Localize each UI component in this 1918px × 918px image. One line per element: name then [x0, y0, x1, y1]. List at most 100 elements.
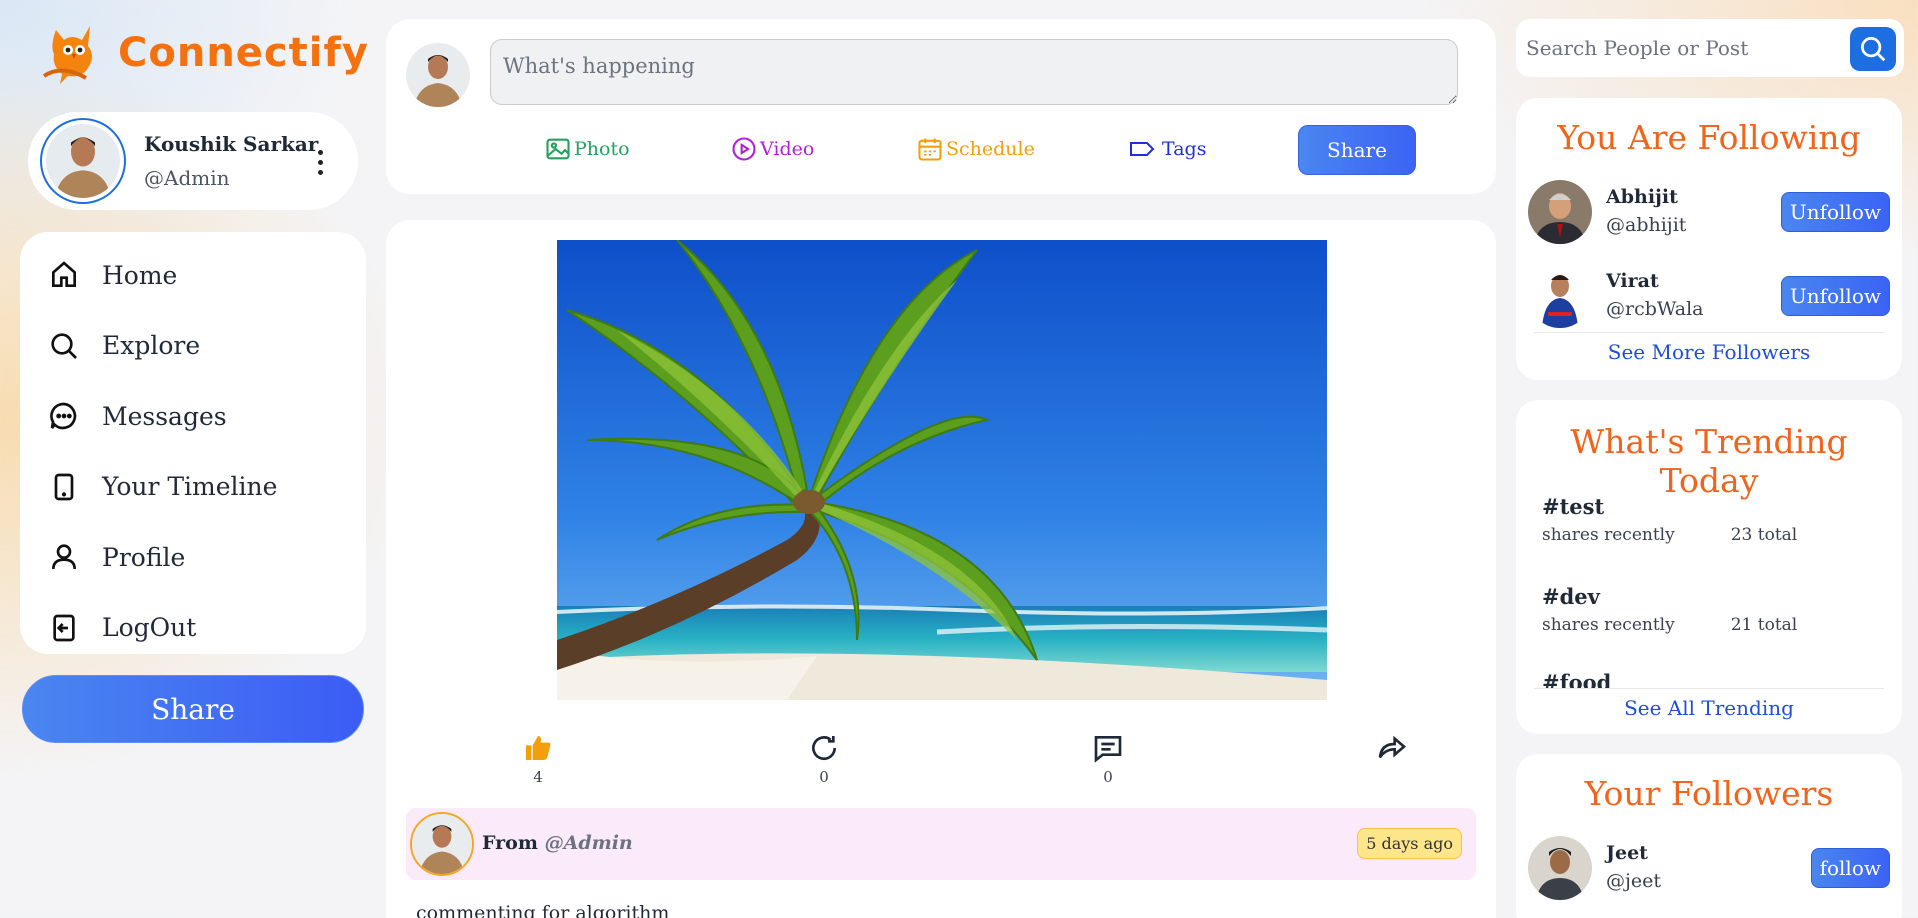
repost-count: 0: [819, 768, 829, 786]
trending-panel: What's Trending Today #test shares recen…: [1516, 400, 1902, 734]
schedule-option[interactable]: Schedule: [916, 135, 1035, 163]
tag-icon: [1130, 142, 1155, 156]
from-label: From: [482, 832, 538, 854]
avatar-image: [46, 124, 120, 198]
user-icon: [52, 544, 76, 570]
video-label: Video: [760, 138, 815, 160]
see-more-followers-link[interactable]: See More Followers: [1516, 340, 1902, 364]
refresh-icon: [812, 736, 837, 761]
share-post-button[interactable]: [1362, 732, 1422, 768]
following-item: Virat @rcbWala Unfollow: [1528, 264, 1890, 332]
more-options-icon[interactable]: [318, 150, 324, 175]
search-input[interactable]: [1526, 29, 1826, 67]
tablet-icon: [54, 473, 74, 501]
following-title: You Are Following: [1557, 118, 1861, 157]
schedule-label: Schedule: [946, 138, 1035, 160]
user-card[interactable]: Koushik Sarkar @Admin: [28, 112, 358, 210]
sidebar-item-label: Profile: [102, 542, 186, 572]
trend-sub: shares recently: [1542, 525, 1675, 545]
sidebar-share-button[interactable]: Share: [22, 675, 364, 743]
unfollow-button[interactable]: Unfollow: [1780, 276, 1890, 316]
sidebar-item-label: Your Timeline: [102, 472, 278, 502]
search-icon: [1861, 37, 1886, 62]
trend-tag: #test: [1542, 494, 1605, 519]
comment-icon: [1094, 736, 1122, 763]
sidebar-item-home[interactable]: Home: [20, 240, 366, 311]
trend-tag: #food: [1542, 670, 1612, 688]
following-item: Abhijit @abhijit Unfollow: [1528, 180, 1890, 248]
trend-total: 23 total: [1730, 525, 1798, 545]
sidebar-item-explore[interactable]: Explore: [20, 311, 366, 382]
trend-item[interactable]: #test shares recently 23 total: [1542, 494, 1842, 545]
owl-logo-icon: [42, 26, 92, 84]
search-bar: [1516, 19, 1904, 77]
thumbs-up-icon: [526, 736, 551, 760]
avatar[interactable]: [1528, 264, 1592, 328]
post-author-avatar[interactable]: [410, 812, 474, 876]
post-image[interactable]: [557, 240, 1327, 700]
play-circle-icon: [732, 137, 756, 161]
sidebar-item-messages[interactable]: Messages: [20, 381, 366, 452]
trend-tag: #dev: [1542, 584, 1600, 609]
post-text-input[interactable]: [490, 39, 1458, 105]
tags-label: Tags: [1162, 138, 1207, 160]
composer-share-button[interactable]: Share: [1298, 125, 1416, 175]
comment-button[interactable]: 0: [1078, 732, 1138, 786]
photo-label: Photo: [574, 138, 630, 160]
sidebar-item-label: Home: [102, 260, 178, 290]
sidebar-nav: Home Explore Messages Your Timeline Prof…: [20, 232, 366, 654]
follower-name: Jeet: [1606, 842, 1648, 864]
comment-count: 0: [1103, 768, 1113, 786]
sidebar-item-label: LogOut: [102, 613, 197, 643]
sidebar-item-profile[interactable]: Profile: [20, 522, 366, 593]
like-button[interactable]: 4: [508, 732, 568, 786]
beach-palm-image: [557, 240, 1327, 700]
user-name: Koushik Sarkar: [144, 132, 319, 156]
followers-title: Your Followers: [1584, 774, 1834, 813]
author-handle[interactable]: @Admin: [545, 832, 633, 854]
post-timestamp-badge: 5 days ago: [1357, 828, 1462, 859]
sidebar-item-timeline[interactable]: Your Timeline: [20, 452, 366, 523]
trend-item[interactable]: #food: [1542, 670, 1842, 688]
trend-sub: shares recently: [1542, 615, 1675, 635]
repost-button[interactable]: 0: [794, 732, 854, 786]
home-icon: [52, 261, 76, 288]
follow-button[interactable]: follow: [1810, 848, 1890, 888]
following-name: Abhijit: [1606, 186, 1678, 208]
search-icon: [51, 333, 77, 359]
following-handle: @abhijit: [1606, 214, 1687, 236]
avatar[interactable]: [40, 118, 126, 204]
post-text: commenting for algorithm: [416, 902, 670, 918]
unfollow-button[interactable]: Unfollow: [1780, 192, 1890, 232]
sidebar-item-label: Messages: [102, 401, 227, 431]
image-icon: [546, 138, 570, 160]
tags-option[interactable]: Tags: [1128, 135, 1206, 163]
user-handle: @Admin: [144, 166, 230, 190]
like-count: 4: [533, 768, 543, 786]
following-panel: You Are Following Abhijit @abhijit Unfol…: [1516, 98, 1902, 380]
sidebar-item-label: Explore: [102, 331, 201, 361]
share-arrow-icon: [1378, 735, 1407, 759]
follower-handle: @jeet: [1606, 870, 1662, 892]
following-name: Virat: [1606, 270, 1659, 292]
search-button[interactable]: [1850, 27, 1896, 71]
logout-icon: [53, 614, 75, 642]
trend-item[interactable]: #dev shares recently 21 total: [1542, 584, 1842, 635]
following-handle: @rcbWala: [1606, 298, 1704, 320]
chat-icon: [50, 402, 77, 430]
post-card: 4 0 0 From @Admin 5 days ago commenting …: [386, 220, 1496, 918]
trending-title: What's Trending Today: [1570, 422, 1848, 500]
avatar[interactable]: [1528, 180, 1592, 244]
avatar[interactable]: [1528, 836, 1592, 900]
post-meta: From @Admin 5 days ago: [406, 808, 1476, 880]
see-all-trending-link[interactable]: See All Trending: [1516, 696, 1902, 720]
composer-avatar: [406, 43, 470, 107]
app-logo[interactable]: Connectify: [42, 20, 369, 86]
sidebar-item-logout[interactable]: LogOut: [20, 593, 366, 664]
video-option[interactable]: Video: [730, 135, 814, 163]
post-author: From @Admin: [482, 832, 633, 854]
photo-option[interactable]: Photo: [544, 135, 630, 163]
followers-panel: Your Followers Jeet @jeet follow: [1516, 754, 1902, 918]
trend-total: 21 total: [1730, 615, 1798, 635]
post-composer: Photo Video Schedule Tags Share: [386, 19, 1496, 194]
